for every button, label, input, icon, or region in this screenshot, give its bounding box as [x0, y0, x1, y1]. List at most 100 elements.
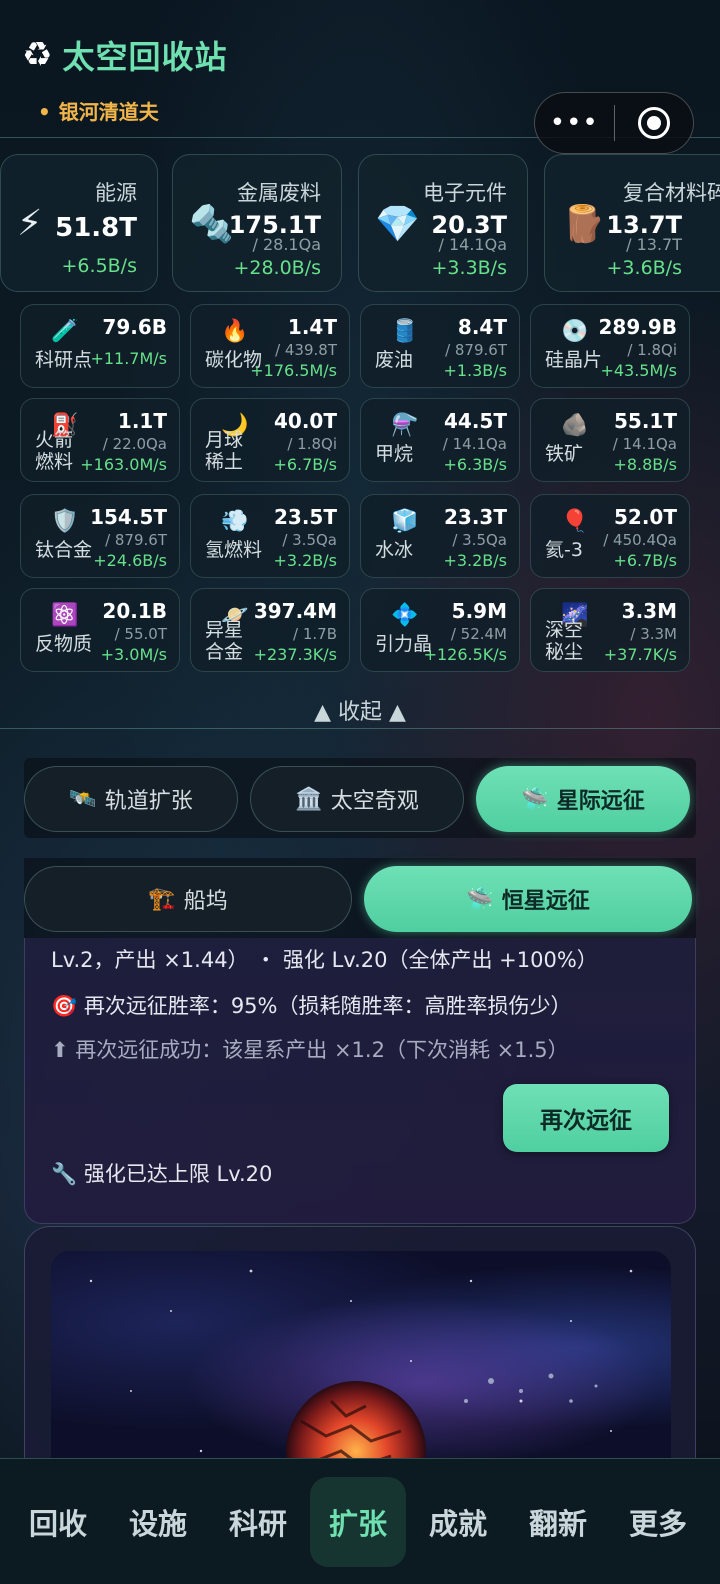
nav-more[interactable]: 更多: [610, 1477, 706, 1567]
gem-icon: 💎: [375, 204, 420, 245]
fire-icon: 🔥: [221, 319, 249, 344]
resource-card-gravity-crystal[interactable]: 💠 引力晶 5.9M / 52.4M +126.5K/s: [360, 588, 520, 672]
resource-value: 44.5T: [444, 409, 507, 433]
resource-rate: +6.5B/s: [61, 255, 137, 277]
nav-recycle[interactable]: 回收: [10, 1477, 106, 1567]
nav-research[interactable]: 科研: [210, 1477, 306, 1567]
resource-value: 397.4M: [253, 599, 337, 623]
tab-stellar-expedition[interactable]: 🛸 恒星远征: [364, 866, 692, 932]
tab-space-wonders[interactable]: 🏛️ 太空奇观: [250, 766, 464, 832]
tab-label: 轨道扩张: [104, 789, 193, 814]
nav-achievements[interactable]: 成就: [410, 1477, 506, 1567]
tab-shipyard[interactable]: 🏗️ 船坞: [24, 866, 352, 932]
resource-cap: / 879.6T: [105, 531, 167, 549]
resource-card-antimatter[interactable]: ⚛️ 反物质 20.1B / 55.0T +3.0M/s: [20, 588, 180, 672]
ufo-icon: 🛸: [466, 886, 494, 912]
close-miniprogram-icon[interactable]: [615, 107, 694, 139]
star-system-image: [51, 1251, 671, 1485]
resource-name: 月球稀土: [205, 429, 244, 473]
resource-rate: +6.7B/s: [273, 455, 337, 474]
resource-value: 1.4T: [287, 315, 337, 339]
classical-building-icon: 🏛️: [295, 786, 323, 812]
oil-barrel-icon: 🛢️: [391, 319, 419, 344]
miniprogram-capsule: •••: [534, 92, 694, 154]
resource-value: 289.9B: [598, 315, 677, 339]
star-system-card[interactable]: [24, 1226, 696, 1486]
resource-card-helium-3[interactable]: 🎈 氦-3 52.0T / 450.4Qa +6.7B/s: [530, 494, 690, 578]
test-tube-icon: 🧪: [51, 319, 79, 344]
resource-name: 氢燃料: [205, 539, 263, 561]
disc-icon: 💿: [561, 319, 589, 344]
nav-expansion[interactable]: 扩张: [310, 1477, 406, 1567]
resource-cap: / 13.7T: [626, 235, 682, 254]
player-title: 银河清道夫: [38, 96, 159, 125]
atom-icon: ⚛️: [51, 603, 79, 628]
tab-interstellar-expedition[interactable]: 🛸 星际远征: [476, 766, 690, 832]
tab-label: 太空奇观: [330, 789, 419, 814]
resource-rate: +3.6B/s: [606, 257, 682, 279]
resource-card-waste-oil[interactable]: 🛢️ 废油 8.4T / 879.6T +1.3B/s: [360, 304, 520, 388]
resource-card-alien-alloy[interactable]: 🪐 异星合金 397.4M / 1.7B +237.3K/s: [190, 588, 350, 672]
planet-illustration: [89, 1269, 633, 1485]
resource-rate: +237.3K/s: [253, 645, 337, 664]
resource-card-electronics[interactable]: 💎 电子元件 20.3T / 14.1Qa +3.3B/s: [358, 154, 528, 292]
resource-rate: +37.7K/s: [603, 645, 677, 664]
resource-card-research[interactable]: 🧪 科研点 79.6B +11.7M/s: [20, 304, 180, 388]
ufo-icon: 🛸: [521, 786, 549, 812]
resource-name: 水冰: [375, 539, 414, 561]
resource-name: 深空秘尘: [545, 619, 584, 663]
resource-value: 51.8T: [55, 213, 137, 243]
wood-icon: 🪵: [561, 204, 606, 245]
resource-name: 电子元件: [423, 181, 507, 205]
nav-facilities[interactable]: 设施: [110, 1477, 206, 1567]
expedition-level-info: Lv.2，产出 ×1.44） ・ 强化 Lv.20（全体产出 +100%）: [51, 948, 598, 972]
resource-card-methane[interactable]: ⚗️ 甲烷 44.5T / 14.1Qa +6.3B/s: [360, 398, 520, 482]
resource-cap: / 14.1Qa: [442, 435, 507, 453]
resource-card-carbide[interactable]: 🔥 碳化物 1.4T / 439.8T +176.5M/s: [190, 304, 350, 388]
resource-rate: +43.5M/s: [600, 361, 677, 380]
resource-card-titanium-alloy[interactable]: 🛡️ 钛合金 154.5T / 879.6T +24.6B/s: [20, 494, 180, 578]
resource-name: 废油: [375, 349, 414, 371]
resource-cap: / 3.5Qa: [452, 531, 507, 549]
resource-card-water-ice[interactable]: 🧊 水冰 23.3T / 3.5Qa +3.2B/s: [360, 494, 520, 578]
more-options-icon[interactable]: •••: [535, 110, 614, 136]
resource-card-silicon-wafer[interactable]: 💿 硅晶片 289.9B / 1.8Qi +43.5M/s: [530, 304, 690, 388]
resource-name: 反物质: [35, 633, 93, 655]
resource-card-energy[interactable]: ⚡ 能源 51.8T +6.5B/s: [0, 154, 158, 292]
resource-card-iron-ore[interactable]: 🪨 铁矿 55.1T / 14.1Qa +8.8B/s: [530, 398, 690, 482]
resource-value: 23.5T: [274, 505, 337, 529]
section-divider: [0, 728, 720, 729]
tab-label: 星际远征: [556, 789, 645, 814]
alembic-icon: ⚗️: [391, 413, 419, 438]
resource-card-composite[interactable]: 🪵 复合材料碎 13.7T / 13.7T +3.6B/s: [544, 154, 720, 292]
balloon-icon: 🎈: [561, 509, 589, 534]
resource-cap: / 3.5Qa: [282, 531, 337, 549]
resource-cap: / 28.1Qa: [252, 235, 322, 254]
resource-rate: +1.3B/s: [443, 361, 507, 380]
resource-card-lunar-rare-earth[interactable]: 🌙 月球稀土 40.0T / 1.8Qi +6.7B/s: [190, 398, 350, 482]
resource-rate: +176.5M/s: [250, 361, 337, 380]
resource-rate: +11.7M/s: [90, 349, 167, 368]
resource-name: 科研点: [35, 349, 93, 371]
resource-value: 154.5T: [90, 505, 167, 529]
collapse-toggle[interactable]: ▲ 收起 ▲: [0, 694, 720, 726]
resource-cap: / 1.8Qi: [627, 341, 677, 359]
resource-card-rocket-fuel[interactable]: ⛽ 火箭燃料 1.1T / 22.0Qa +163.0M/s: [20, 398, 180, 482]
resource-value: 3.3M: [621, 599, 677, 623]
bottom-nav: 回收 设施 科研 扩张 成就 翻新 更多: [0, 1458, 720, 1584]
resource-card-metal-scrap[interactable]: 🔩 金属废料 175.1T / 28.1Qa +28.0B/s: [172, 154, 342, 292]
tab-orbit-expansion[interactable]: 🛰️ 轨道扩张: [24, 766, 238, 832]
enhance-max-notice: 🔧 强化已达上限 Lv.20: [51, 1162, 273, 1186]
nav-renovate[interactable]: 翻新: [510, 1477, 606, 1567]
resource-value: 55.1T: [614, 409, 677, 433]
resource-value: 8.4T: [457, 315, 507, 339]
recycle-icon: ♻: [22, 35, 53, 75]
resource-cap: / 1.8Qi: [287, 435, 337, 453]
resource-cap: / 52.4M: [450, 625, 507, 643]
resource-cap: / 1.7B: [293, 625, 337, 643]
re-expedition-button[interactable]: 再次远征: [503, 1084, 669, 1152]
resource-card-hydrogen-fuel[interactable]: 💨 氢燃料 23.5T / 3.5Qa +3.2B/s: [190, 494, 350, 578]
resource-rate: +3.2B/s: [273, 551, 337, 570]
resource-card-deep-space-dust[interactable]: 🌌 深空秘尘 3.3M / 3.3M +37.7K/s: [530, 588, 690, 672]
resource-value: 23.3T: [444, 505, 507, 529]
